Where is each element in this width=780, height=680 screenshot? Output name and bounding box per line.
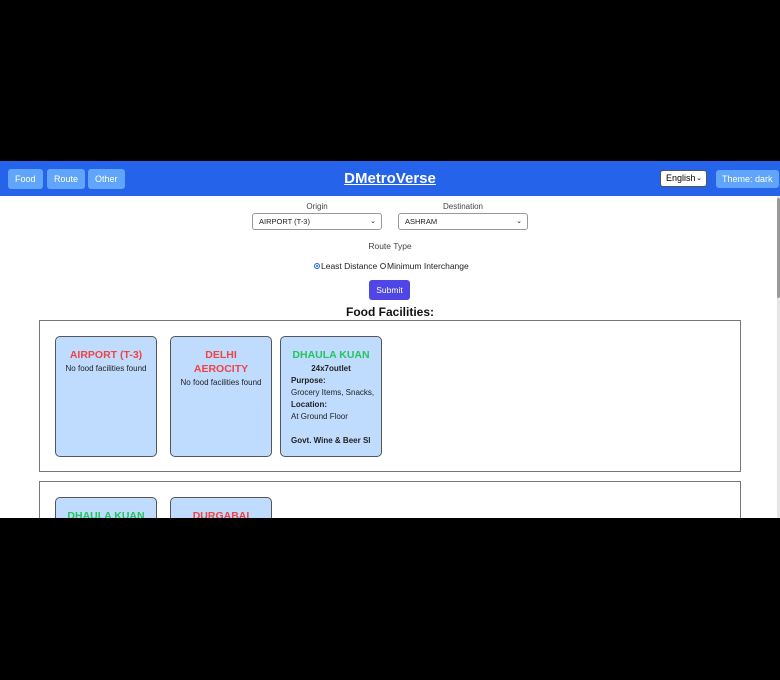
station-name: DURGABAI bbox=[192, 510, 250, 518]
least-distance-option[interactable]: Least Distance bbox=[314, 261, 377, 271]
app-viewport: Food Route Other DMetroVerse English ⌄ T… bbox=[0, 161, 780, 518]
destination-label: Destination bbox=[442, 202, 484, 211]
minimum-interchange-option[interactable]: Minimum Interchange bbox=[380, 261, 469, 271]
outlet-name: Govt. Wine & Beer Sl bbox=[291, 436, 371, 445]
submit-button[interactable]: Submit bbox=[369, 280, 410, 300]
origin-label: Origin bbox=[306, 202, 328, 211]
language-select[interactable]: English ⌄ bbox=[660, 170, 707, 187]
theme-toggle-button[interactable]: Theme: dark bbox=[716, 170, 779, 188]
chevron-down-icon: ⌄ bbox=[516, 218, 522, 225]
station-name: DHAULA KUAN bbox=[292, 349, 370, 361]
purpose-label: Purpose: bbox=[291, 376, 326, 385]
station-card: DURGABAI bbox=[170, 497, 272, 518]
food-panel-row1: AIRPORT (T-3) No food facilities found D… bbox=[39, 320, 741, 472]
least-distance-label: Least Distance bbox=[321, 261, 378, 271]
station-card: DHAULA KUAN 24x7outlet Purpose: Grocery … bbox=[280, 336, 382, 457]
station-card: DELHI AEROCITY No food facilities found bbox=[170, 336, 272, 457]
purpose-value: Grocery Items, Snacks, bbox=[291, 388, 375, 397]
navbar: Food Route Other DMetroVerse English ⌄ T… bbox=[0, 161, 780, 196]
origin-select[interactable]: AIRPORT (T-3) ⌄ bbox=[252, 213, 382, 230]
food-facilities-heading: Food Facilities: bbox=[345, 305, 434, 319]
chevron-down-icon: ⌄ bbox=[696, 175, 702, 182]
food-panel-row2: DHAULA KUAN DURGABAI bbox=[39, 481, 741, 518]
no-food-message: No food facilities found bbox=[180, 378, 262, 387]
language-value: English bbox=[666, 173, 696, 183]
route-type-label: Route Type bbox=[368, 241, 412, 251]
location-value: At Ground Floor bbox=[291, 412, 348, 421]
station-name: AIRPORT (T-3) bbox=[69, 349, 143, 361]
station-card: AIRPORT (T-3) No food facilities found bbox=[55, 336, 157, 457]
outlet-name: 24x7outlet bbox=[311, 364, 351, 373]
station-name: DELHI AEROCITY bbox=[193, 349, 249, 375]
minimum-interchange-label: Minimum Interchange bbox=[387, 261, 469, 271]
no-food-message: No food facilities found bbox=[65, 364, 147, 373]
chevron-down-icon: ⌄ bbox=[370, 218, 376, 225]
station-card: DHAULA KUAN bbox=[55, 497, 157, 518]
radio-unchecked-icon[interactable] bbox=[380, 263, 386, 269]
origin-value: AIRPORT (T-3) bbox=[259, 217, 310, 226]
radio-checked-icon[interactable] bbox=[314, 263, 320, 269]
destination-select[interactable]: ASHRAM ⌄ bbox=[398, 213, 528, 230]
location-label: Location: bbox=[291, 400, 327, 409]
station-name: DHAULA KUAN bbox=[67, 510, 145, 518]
destination-value: ASHRAM bbox=[405, 217, 438, 226]
